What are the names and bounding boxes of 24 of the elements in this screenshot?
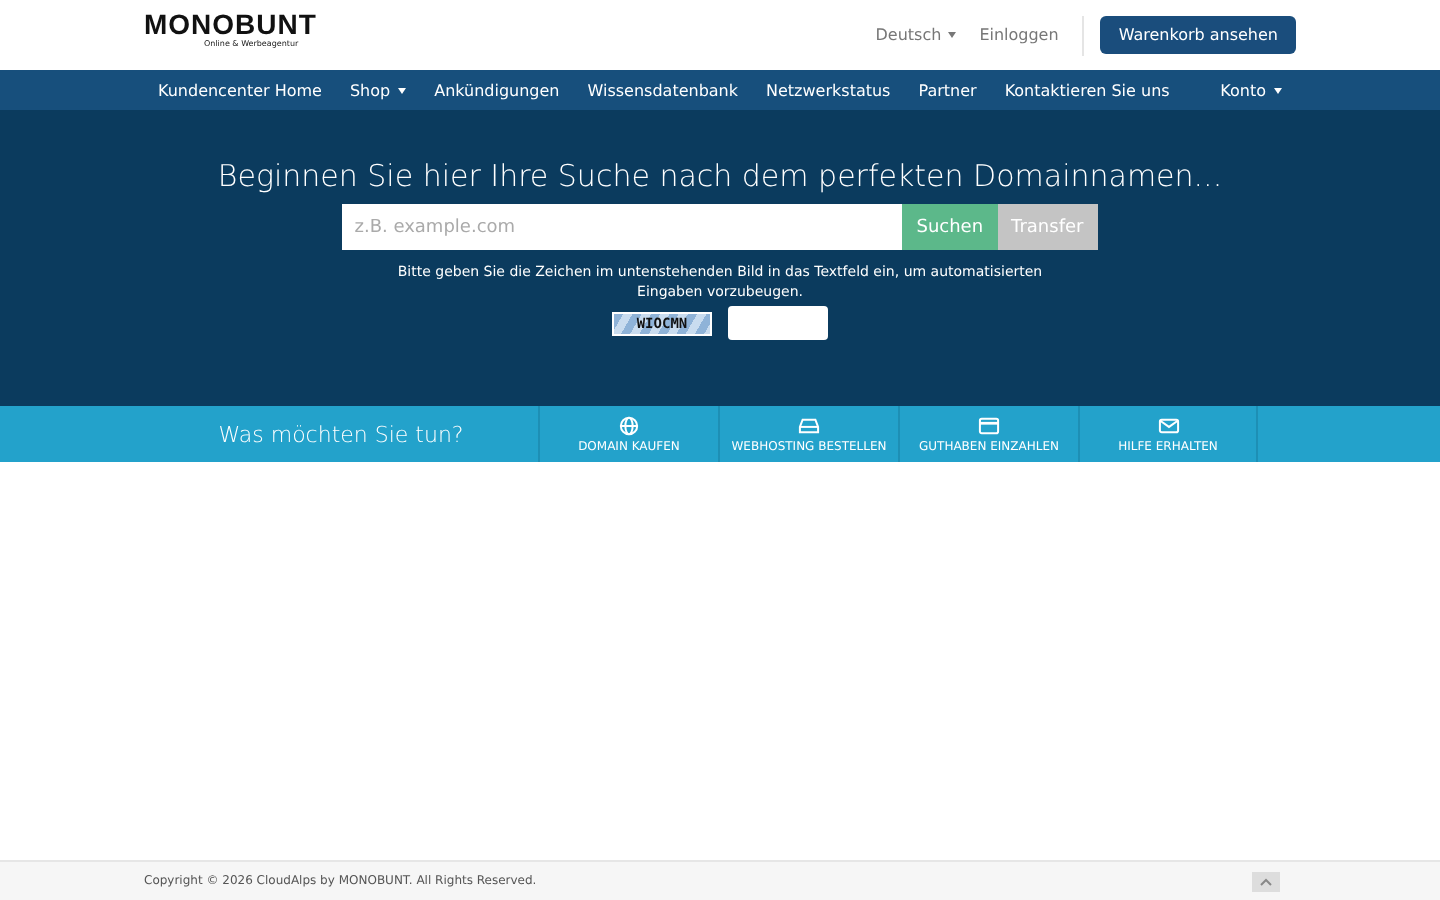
nav-link[interactable]: Wissensdatenbank [573, 81, 753, 99]
caret-icon [398, 87, 407, 93]
cart-button[interactable]: Warenkorb ansehen [1100, 16, 1296, 54]
caret-icon [1274, 87, 1282, 93]
back-to-top-button[interactable] [1252, 871, 1280, 891]
hero-title: Beginnen Sie hier Ihre Suche nach dem perfekten Domainnamen... [217, 158, 1223, 194]
hard-drive-icon [798, 415, 820, 435]
envelope-icon [1157, 415, 1179, 435]
language-menu[interactable]: Deutsch [875, 26, 956, 44]
nav-link[interactable]: Kontaktieren Sie uns [990, 81, 1184, 99]
nav-link[interactable]: Kundencenter Home [144, 81, 336, 99]
globe-icon [618, 415, 640, 435]
caret-icon [947, 32, 956, 38]
domain-search-field[interactable]: z.B. example.com [342, 204, 903, 250]
chevron-up-icon [1260, 877, 1272, 885]
actions-title: Was möchten Sie tun? [216, 421, 466, 447]
nav-link[interactable]: Netzwerkstatus [752, 81, 905, 99]
nav-link[interactable]: Shop [335, 81, 421, 99]
captcha-input-field[interactable] [728, 306, 828, 340]
nav-link[interactable]: Ankündigungen [420, 81, 574, 99]
login-link[interactable]: Einloggen [979, 26, 1059, 44]
credit-card-icon [978, 415, 1000, 435]
account-menu[interactable]: Konto [1206, 81, 1296, 99]
nav-link[interactable]: Partner [904, 81, 991, 99]
